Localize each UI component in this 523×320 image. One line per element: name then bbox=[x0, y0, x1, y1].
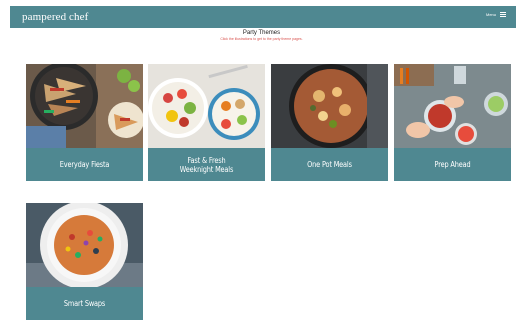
menu-label: Menu bbox=[485, 12, 496, 17]
one-pot-meals-label: One Pot Meals bbox=[307, 160, 352, 169]
page-title: Party Themes bbox=[242, 30, 281, 36]
fast-fresh-label: Fast & Fresh Weeknight Meals bbox=[179, 155, 234, 174]
smart-swaps-label: Smart Swaps bbox=[63, 299, 106, 308]
one-pot-meals-image bbox=[271, 64, 388, 148]
card-everyday-fiesta[interactable]: Everyday Fiesta bbox=[26, 64, 143, 181]
hamburger-icon bbox=[500, 12, 506, 17]
prep-ahead-image bbox=[394, 64, 511, 148]
everyday-fiesta-label: Everyday Fiesta bbox=[59, 160, 110, 169]
page-subtitle: Click the illustrations to get to the pa… bbox=[220, 37, 303, 41]
card-prep-ahead[interactable]: Prep Ahead bbox=[394, 64, 511, 181]
pampered-chef-logo[interactable]: pampered chef bbox=[22, 10, 88, 24]
prep-ahead-label: Prep Ahead bbox=[434, 160, 471, 169]
site-header: pampered chef Menu bbox=[10, 6, 516, 28]
everyday-fiesta-image bbox=[26, 64, 143, 148]
page-heading: Party Themes Click the illustrations to … bbox=[0, 30, 523, 42]
card-one-pot-meals[interactable]: One Pot Meals bbox=[271, 64, 388, 181]
card-fast-fresh-weeknight-meals[interactable]: Fast & Fresh Weeknight Meals bbox=[148, 64, 265, 181]
smart-swaps-image bbox=[26, 203, 143, 287]
menu-button[interactable]: Menu bbox=[486, 12, 506, 17]
card-smart-swaps[interactable]: Smart Swaps bbox=[26, 203, 143, 320]
fast-fresh-image bbox=[148, 64, 265, 148]
